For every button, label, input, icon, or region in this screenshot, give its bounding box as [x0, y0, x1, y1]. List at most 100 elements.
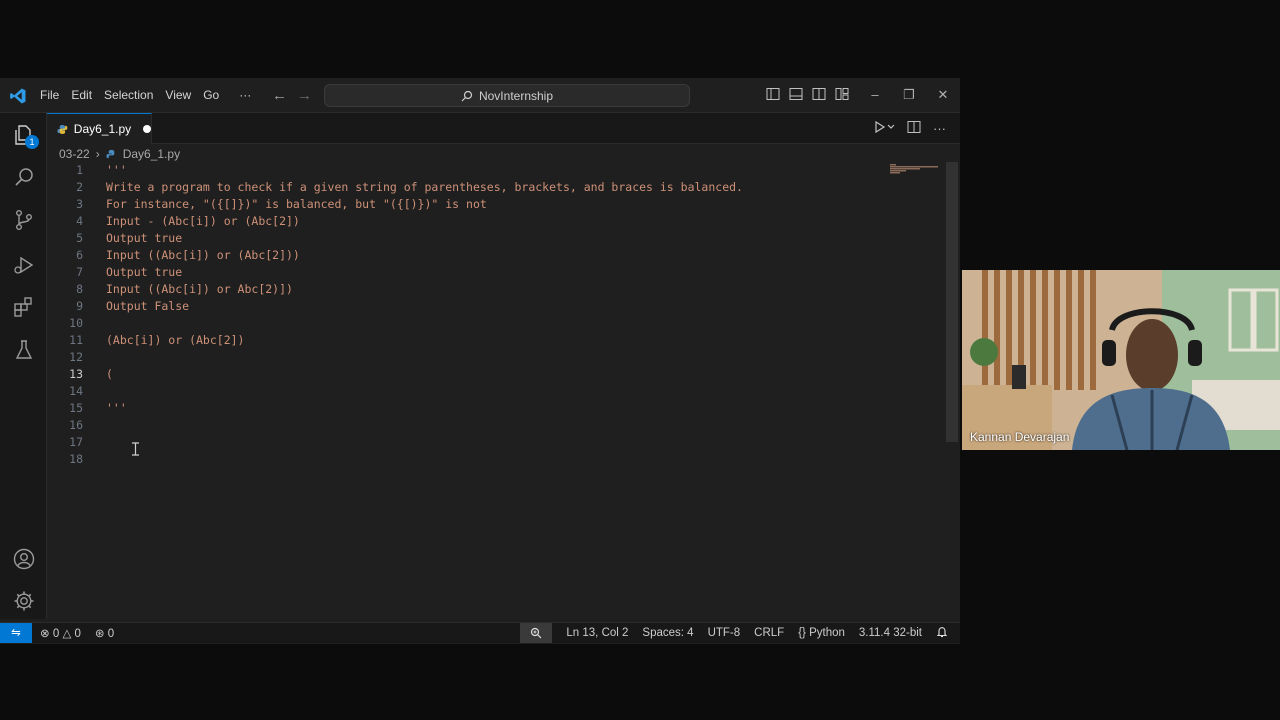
unsaved-dot-icon[interactable] [143, 125, 151, 133]
code-text: Input ((Abc[i]) or (Abc[2])) [106, 248, 300, 262]
end-of-line[interactable]: CRLF [754, 627, 784, 639]
activity-bar: 1 [0, 113, 47, 619]
run-debug-icon[interactable] [12, 253, 36, 277]
back-arrow-icon[interactable]: ← [272, 87, 287, 104]
notifications-bell-icon[interactable] [936, 626, 948, 641]
code-line[interactable]: 3 For instance, "({[]})" is balanced, but… [47, 196, 887, 213]
navigation-arrows: ← → [272, 78, 312, 112]
encoding[interactable]: UTF-8 [708, 627, 741, 639]
code-line[interactable]: 5 Output true [47, 230, 887, 247]
minimize-icon[interactable]: – [858, 78, 892, 112]
indentation[interactable]: Spaces: 4 [642, 627, 693, 639]
code-text: (Abc[i]) or (Abc[2]) [106, 333, 245, 347]
text-cursor-ibeam-icon [132, 442, 139, 456]
explorer-badge: 1 [25, 135, 39, 149]
code-line[interactable]: 17 [47, 434, 887, 451]
search-icon [461, 90, 473, 101]
line-number: 1 [76, 163, 83, 177]
command-center-search[interactable]: NovInternship [324, 84, 690, 107]
code-text: Output true [106, 265, 183, 279]
menu-view[interactable]: View [159, 78, 197, 112]
extensions-icon[interactable] [12, 295, 36, 319]
toggle-primary-sidebar-icon[interactable] [766, 87, 780, 101]
line-number: 6 [76, 248, 83, 262]
code-line[interactable]: 1 ''' [47, 162, 887, 179]
line-number: 16 [69, 418, 83, 432]
code-line[interactable]: 13 ( [47, 366, 887, 383]
settings-gear-icon[interactable] [12, 589, 36, 613]
code-text: Write a program to check if a given stri… [106, 180, 743, 194]
menu-file[interactable]: File [34, 78, 65, 112]
code-line[interactable]: 6 Input ((Abc[i]) or (Abc[2])) [47, 247, 887, 264]
python-interpreter[interactable]: 3.11.4 32-bit [859, 627, 922, 639]
code-line[interactable]: 18 [47, 451, 887, 468]
customize-layout-icon[interactable] [835, 87, 849, 101]
breadcrumb-file[interactable]: Day6_1.py [123, 147, 180, 161]
code-text: For instance, "({[]})" is balanced, but … [106, 197, 487, 211]
vscode-logo-icon [10, 88, 26, 104]
line-number: 17 [69, 435, 83, 449]
language-label: Python [809, 627, 845, 639]
search-view-icon[interactable] [12, 165, 36, 189]
line-number: 11 [69, 333, 83, 347]
menu-go[interactable]: Go [197, 78, 225, 112]
code-line[interactable]: 12 [47, 349, 887, 366]
breadcrumb: 03-22 › Day6_1.py [59, 144, 180, 164]
cursor-position[interactable]: Ln 13, Col 2 [566, 627, 628, 639]
toggle-panel-icon[interactable] [789, 87, 803, 101]
menu-more[interactable]: ··· [233, 78, 257, 112]
line-number: 8 [76, 282, 83, 296]
code-line[interactable]: 8 Input ((Abc[i]) or Abc[2)]) [47, 281, 887, 298]
run-python-file-icon[interactable] [873, 120, 895, 137]
problems-indicator[interactable]: ⊗ 0 △ 0 [40, 626, 81, 640]
menu-edit[interactable]: Edit [65, 78, 98, 112]
line-number: 9 [76, 299, 83, 313]
code-line[interactable]: 15 ''' [47, 400, 887, 417]
more-actions-icon[interactable]: ··· [933, 121, 946, 136]
code-line[interactable]: 11 (Abc[i]) or (Abc[2]) [47, 332, 887, 349]
tab-day6-1-py[interactable]: Day6_1.py [47, 113, 152, 144]
code-editor[interactable]: 1 ''' 2 Write a program to check if a given… [47, 162, 887, 618]
title-bar: File Edit Selection View Go ··· ← → NovI… [0, 78, 960, 113]
chevron-right-icon: › [95, 147, 100, 161]
toggle-secondary-sidebar-icon[interactable] [812, 87, 826, 101]
code-line[interactable]: 4 Input - (Abc[i]) or (Abc[2]) [47, 213, 887, 230]
error-icon: ⊗ [40, 628, 50, 640]
code-line[interactable]: 7 Output true [47, 264, 887, 281]
line-number: 13 [69, 367, 83, 381]
code-line[interactable]: 9 Output False [47, 298, 887, 315]
source-control-icon[interactable] [12, 208, 36, 232]
warning-count: 0 [74, 628, 81, 640]
code-line[interactable]: 10 [47, 315, 887, 332]
code-line[interactable]: 14 [47, 383, 887, 400]
editor-tab-bar: Day6_1.py ··· [47, 113, 960, 144]
window-controls: – ❐ ✕ [858, 78, 960, 112]
zoom-icon[interactable] [520, 623, 553, 643]
split-editor-icon[interactable] [907, 120, 921, 137]
ports-indicator[interactable]: ⊛ 0 [95, 626, 114, 640]
code-line[interactable]: 16 [47, 417, 887, 434]
vertical-scrollbar[interactable] [946, 162, 958, 442]
restore-icon[interactable]: ❐ [892, 78, 926, 112]
remote-indicator-icon[interactable]: ⇋ [0, 623, 32, 643]
warning-icon: △ [62, 628, 72, 640]
status-right: Ln 13, Col 2 Spaces: 4 UTF-8 CRLF {} Pyt… [520, 623, 948, 643]
line-number: 14 [69, 384, 83, 398]
status-bar: ⇋ ⊗ 0 △ 0 ⊛ 0 Ln 13, Col 2 Spaces: 4 UTF… [0, 622, 960, 643]
language-mode[interactable]: {} Python [798, 627, 845, 639]
participant-name: Kannan Devarajan [970, 430, 1070, 444]
code-text: ( [106, 367, 113, 381]
webcam-video-image [962, 270, 1280, 450]
testing-flask-icon[interactable] [12, 338, 36, 362]
python-file-icon [106, 149, 114, 158]
close-icon[interactable]: ✕ [926, 78, 960, 112]
code-text: Output False [106, 299, 190, 313]
forward-arrow-icon[interactable]: → [297, 87, 312, 104]
layout-controls [766, 87, 849, 101]
code-line[interactable]: 2 Write a program to check if a given str… [47, 179, 887, 196]
accounts-icon[interactable] [12, 547, 36, 571]
breadcrumb-folder[interactable]: 03-22 [59, 147, 90, 161]
python-file-icon [57, 124, 68, 134]
menu-selection[interactable]: Selection [98, 78, 159, 112]
minimap[interactable] [890, 164, 942, 174]
